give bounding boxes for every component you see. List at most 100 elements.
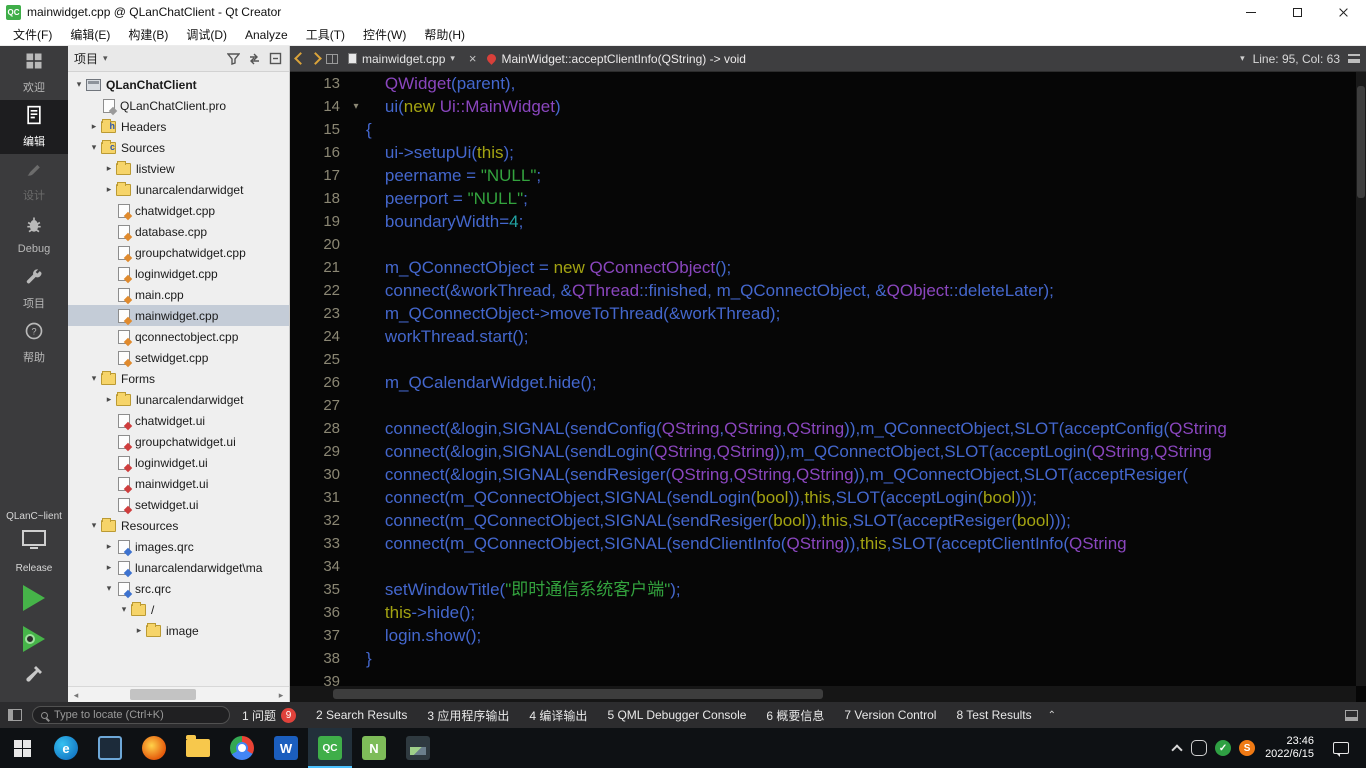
output-pane-button-7[interactable]: 7 Version Control xyxy=(842,708,938,722)
kit-project-label[interactable]: QLanC~lient xyxy=(6,511,62,522)
tree-item-lunarcalendarwidget[interactable]: ▸ lunarcalendarwidget xyxy=(68,179,289,200)
tree-item-src.qrc[interactable]: ▾ src.qrc xyxy=(68,578,289,599)
scrollbar-thumb[interactable] xyxy=(129,689,197,700)
menu-item-1[interactable]: 编辑(E) xyxy=(61,24,119,45)
tray-device-icon[interactable] xyxy=(1191,740,1208,756)
taskbar-clock[interactable]: 23:46 2022/6/15 xyxy=(1265,735,1314,761)
tree-item-image[interactable]: ▸ image xyxy=(68,620,289,641)
output-pane-up-icon[interactable]: ⌃ xyxy=(1048,710,1056,721)
close-document-button[interactable]: × xyxy=(465,51,481,66)
chevron-collapsed-icon[interactable]: ▸ xyxy=(132,625,146,636)
tree-item-chatwidget.ui[interactable]: chatwidget.ui xyxy=(68,410,289,431)
editor-horizontal-scrollbar[interactable] xyxy=(290,686,1356,702)
target-monitor-icon[interactable] xyxy=(21,529,47,556)
output-pane-button-5[interactable]: 5 QML Debugger Console xyxy=(605,708,748,722)
taskbar-explorer-monitor-button[interactable] xyxy=(88,728,132,768)
editor-vertical-scrollbar[interactable] xyxy=(1356,72,1366,686)
menu-item-2[interactable]: 构建(B) xyxy=(119,24,177,45)
output-pane-button-8[interactable]: 8 Test Results xyxy=(954,708,1033,722)
chevron-expanded-icon[interactable]: ▾ xyxy=(102,583,116,594)
tray-security-icon[interactable]: ✓ xyxy=(1215,740,1232,756)
output-pane-button-3[interactable]: 3 应用程序输出 xyxy=(425,707,511,724)
start-button[interactable] xyxy=(0,728,44,768)
mode-design-brush[interactable]: 设计 xyxy=(0,154,68,208)
tree-item-qlanchatclient[interactable]: ▾ QLanChatClient xyxy=(68,74,289,95)
output-pane-button-2[interactable]: 2 Search Results xyxy=(314,708,409,722)
tree-item-listview[interactable]: ▸ listview xyxy=(68,158,289,179)
mode-projects-wrench[interactable]: 项目 xyxy=(0,262,68,316)
chevron-collapsed-icon[interactable]: ▸ xyxy=(102,184,116,195)
tree-item-qlanchatclient.pro[interactable]: QLanChatClient.pro xyxy=(68,95,289,116)
chevron-collapsed-icon[interactable]: ▸ xyxy=(102,562,116,573)
chevron-expanded-icon[interactable]: ▾ xyxy=(87,520,101,531)
taskbar-screenshot-tool-button[interactable] xyxy=(396,728,440,768)
output-pane-button-1[interactable]: 1 问题 9 xyxy=(240,707,298,724)
scroll-left-icon[interactable]: ◂ xyxy=(68,687,84,703)
mode-debug-bug[interactable]: Debug xyxy=(0,208,68,262)
taskbar-edge-button[interactable]: e xyxy=(44,728,88,768)
tree-item-loginwidget.ui[interactable]: loginwidget.ui xyxy=(68,452,289,473)
tree-item-groupchatwidget.cpp[interactable]: groupchatwidget.cpp xyxy=(68,242,289,263)
tree-item-lunarcalendarwidget-ma[interactable]: ▸ lunarcalendarwidget\ma xyxy=(68,557,289,578)
tree-item-mainwidget.cpp[interactable]: mainwidget.cpp xyxy=(68,305,289,326)
panel-dropdown-caret-icon[interactable]: ▾ xyxy=(103,53,108,64)
chevron-expanded-icon[interactable]: ▾ xyxy=(87,142,101,153)
sync-with-editor-icon[interactable] xyxy=(246,51,262,67)
locator-search[interactable] xyxy=(32,706,230,724)
close-button[interactable] xyxy=(1320,0,1366,24)
tree-item-mainwidget.ui[interactable]: mainwidget.ui xyxy=(68,473,289,494)
tree-item--[interactable]: ▾ / xyxy=(68,599,289,620)
tree-item-database.cpp[interactable]: database.cpp xyxy=(68,221,289,242)
tree-item-groupchatwidget.ui[interactable]: groupchatwidget.ui xyxy=(68,431,289,452)
chevron-expanded-icon[interactable]: ▾ xyxy=(117,604,131,615)
symbol-dropdown[interactable]: MainWidget::acceptClientInfo(QString) ->… xyxy=(484,52,1235,66)
tree-item-setwidget.ui[interactable]: setwidget.ui xyxy=(68,494,289,515)
collapse-all-icon[interactable] xyxy=(267,51,283,67)
scrollbar-thumb[interactable] xyxy=(1357,86,1365,198)
tree-item-sources[interactable]: ▾ c Sources xyxy=(68,137,289,158)
go-back-icon[interactable] xyxy=(294,52,307,65)
menu-item-4[interactable]: Analyze xyxy=(236,24,297,45)
taskbar-word-button[interactable]: W xyxy=(264,728,308,768)
editor-menu-icon[interactable] xyxy=(1348,54,1360,63)
maximize-button[interactable] xyxy=(1274,0,1320,24)
tree-item-forms[interactable]: ▾ Forms xyxy=(68,368,289,389)
output-panel-icon[interactable] xyxy=(1345,709,1358,721)
chevron-expanded-icon[interactable]: ▾ xyxy=(87,373,101,384)
tray-sogou-icon[interactable]: S xyxy=(1239,740,1256,756)
chevron-expanded-icon[interactable]: ▾ xyxy=(72,79,86,90)
minimize-button[interactable] xyxy=(1228,0,1274,24)
menu-item-5[interactable]: 工具(T) xyxy=(297,24,354,45)
taskbar-folder-button[interactable] xyxy=(176,728,220,768)
locator-input[interactable] xyxy=(54,709,221,721)
taskbar-firefox-button[interactable] xyxy=(132,728,176,768)
tree-item-chatwidget.cpp[interactable]: chatwidget.cpp xyxy=(68,200,289,221)
mode-welcome-grid[interactable]: 欢迎 xyxy=(0,46,68,100)
menu-item-3[interactable]: 调试(D) xyxy=(177,24,236,45)
tree-item-qconnectobject.cpp[interactable]: qconnectobject.cpp xyxy=(68,326,289,347)
menu-item-0[interactable]: 文件(F) xyxy=(4,24,61,45)
build-hammer-button[interactable] xyxy=(22,663,46,692)
taskbar-chrome-button[interactable] xyxy=(220,728,264,768)
scroll-right-icon[interactable]: ▸ xyxy=(273,687,289,703)
open-file-dropdown[interactable]: mainwidget.cpp ▾ xyxy=(344,52,459,66)
taskbar-qtcreator-button[interactable]: QC xyxy=(308,728,352,768)
tree-item-loginwidget.cpp[interactable]: loginwidget.cpp xyxy=(68,263,289,284)
kit-config-label[interactable]: Release xyxy=(16,563,53,574)
scrollbar-thumb[interactable] xyxy=(332,689,823,699)
chevron-collapsed-icon[interactable]: ▸ xyxy=(102,163,116,174)
mode-help-question[interactable]: ? 帮助 xyxy=(0,316,68,370)
fold-marker-icon[interactable]: ▾ xyxy=(346,95,366,118)
tree-item-lunarcalendarwidget[interactable]: ▸ lunarcalendarwidget xyxy=(68,389,289,410)
debug-run-button[interactable] xyxy=(23,626,45,652)
mode-edit-document[interactable]: 编辑 xyxy=(0,100,68,154)
chevron-collapsed-icon[interactable]: ▸ xyxy=(102,394,116,405)
tree-item-headers[interactable]: ▸ h Headers xyxy=(68,116,289,137)
menu-item-7[interactable]: 帮助(H) xyxy=(415,24,474,45)
split-editor-icon[interactable] xyxy=(326,53,338,64)
tree-item-setwidget.cpp[interactable]: setwidget.cpp xyxy=(68,347,289,368)
chevron-down-icon[interactable]: ▾ xyxy=(1240,53,1245,64)
run-button[interactable] xyxy=(23,585,45,611)
code-area[interactable]: 13 QWidget(parent), 14 ▾ ui(new Ui::MainWi… xyxy=(290,72,1356,686)
chevron-collapsed-icon[interactable]: ▸ xyxy=(102,541,116,552)
